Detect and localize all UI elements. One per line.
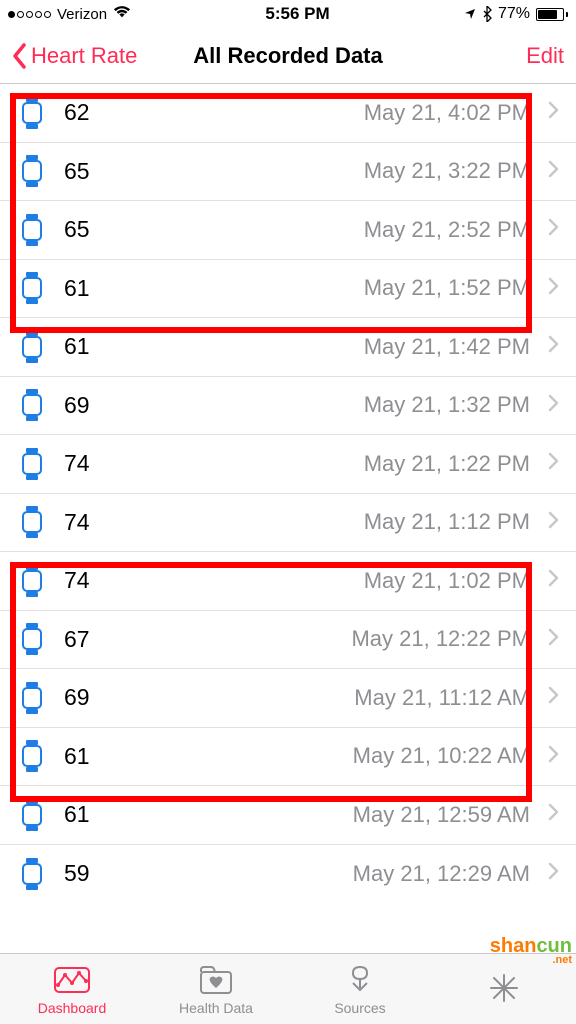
chevron-right-icon <box>548 394 560 417</box>
watch-icon <box>22 389 42 421</box>
watch-icon <box>22 272 42 304</box>
status-right: 77% <box>464 5 568 23</box>
medical-id-icon <box>487 971 521 1005</box>
chevron-right-icon <box>548 160 560 183</box>
health-data-icon <box>196 963 236 997</box>
record-timestamp: May 21, 1:12 PM <box>364 509 530 535</box>
edit-button[interactable]: Edit <box>526 43 564 69</box>
record-timestamp: May 21, 10:22 AM <box>353 743 530 769</box>
carrier-label: Verizon <box>57 6 107 23</box>
back-button[interactable]: Heart Rate <box>12 43 137 69</box>
chevron-right-icon <box>548 452 560 475</box>
heart-rate-value: 74 <box>64 509 364 536</box>
watch-icon <box>22 506 42 538</box>
tab-health-data[interactable]: Health Data <box>144 954 288 1024</box>
record-timestamp: May 21, 1:22 PM <box>364 451 530 477</box>
chevron-right-icon <box>548 335 560 358</box>
watermark: shancun .net <box>490 935 572 966</box>
record-timestamp: May 21, 12:22 PM <box>351 626 530 652</box>
battery-percent: 77% <box>498 5 530 23</box>
heart-rate-value: 61 <box>64 801 353 828</box>
signal-strength-icon <box>8 11 51 18</box>
heart-rate-value: 74 <box>64 450 364 477</box>
record-timestamp: May 21, 1:32 PM <box>364 392 530 418</box>
list-item[interactable]: 62May 21, 4:02 PM <box>0 84 576 143</box>
heart-rate-value: 61 <box>64 743 353 770</box>
wifi-icon <box>113 5 131 24</box>
battery-icon <box>536 8 568 21</box>
list-item[interactable]: 74May 21, 1:22 PM <box>0 435 576 494</box>
heart-rate-value: 69 <box>64 392 364 419</box>
status-left: Verizon <box>8 5 131 24</box>
location-icon <box>464 8 476 20</box>
record-timestamp: May 21, 4:02 PM <box>364 100 530 126</box>
list-item[interactable]: 61May 21, 10:22 AM <box>0 728 576 787</box>
chevron-right-icon <box>548 745 560 768</box>
data-list: 62May 21, 4:02 PM65May 21, 3:22 PM65May … <box>0 84 576 903</box>
watch-icon <box>22 858 42 890</box>
chevron-right-icon <box>548 569 560 592</box>
tab-label: Dashboard <box>38 1000 107 1016</box>
record-timestamp: May 21, 3:22 PM <box>364 158 530 184</box>
heart-rate-value: 67 <box>64 626 351 653</box>
list-item[interactable]: 61May 21, 1:52 PM <box>0 260 576 319</box>
status-time: 5:56 PM <box>265 4 329 24</box>
list-item[interactable]: 59May 21, 12:29 AM <box>0 845 576 904</box>
heart-rate-value: 65 <box>64 158 364 185</box>
record-timestamp: May 21, 12:29 AM <box>353 861 530 887</box>
nav-bar: Heart Rate All Recorded Data Edit <box>0 28 576 84</box>
list-item[interactable]: 65May 21, 2:52 PM <box>0 201 576 260</box>
back-label: Heart Rate <box>31 43 137 69</box>
watch-icon <box>22 448 42 480</box>
heart-rate-value: 59 <box>64 860 353 887</box>
watch-icon <box>22 97 42 129</box>
watch-icon <box>22 331 42 363</box>
chevron-right-icon <box>548 686 560 709</box>
tab-label: Health Data <box>179 1000 253 1016</box>
list-item[interactable]: 67May 21, 12:22 PM <box>0 611 576 670</box>
record-timestamp: May 21, 1:02 PM <box>364 568 530 594</box>
status-bar: Verizon 5:56 PM 77% <box>0 0 576 28</box>
chevron-right-icon <box>548 862 560 885</box>
chevron-right-icon <box>548 511 560 534</box>
list-item[interactable]: 69May 21, 1:32 PM <box>0 377 576 436</box>
record-timestamp: May 21, 11:12 AM <box>354 685 530 711</box>
watch-icon <box>22 682 42 714</box>
heart-rate-value: 65 <box>64 216 364 243</box>
record-timestamp: May 21, 1:42 PM <box>364 334 530 360</box>
record-timestamp: May 21, 12:59 AM <box>353 802 530 828</box>
dashboard-icon <box>52 963 92 997</box>
heart-rate-value: 69 <box>64 684 354 711</box>
list-item[interactable]: 61May 21, 12:59 AM <box>0 786 576 845</box>
tab-label: Sources <box>334 1000 385 1016</box>
chevron-right-icon <box>548 803 560 826</box>
bluetooth-icon <box>482 6 492 22</box>
watch-icon <box>22 214 42 246</box>
page-title: All Recorded Data <box>193 43 383 69</box>
list-item[interactable]: 74May 21, 1:02 PM <box>0 552 576 611</box>
tab-dashboard[interactable]: Dashboard <box>0 954 144 1024</box>
list-item[interactable]: 69May 21, 11:12 AM <box>0 669 576 728</box>
watch-icon <box>22 799 42 831</box>
record-timestamp: May 21, 2:52 PM <box>364 217 530 243</box>
chevron-right-icon <box>548 218 560 241</box>
heart-rate-value: 61 <box>64 275 364 302</box>
chevron-right-icon <box>548 277 560 300</box>
list-item[interactable]: 61May 21, 1:42 PM <box>0 318 576 377</box>
list-item[interactable]: 74May 21, 1:12 PM <box>0 494 576 553</box>
watch-icon <box>22 740 42 772</box>
watch-icon <box>22 155 42 187</box>
watch-icon <box>22 623 42 655</box>
list-item[interactable]: 65May 21, 3:22 PM <box>0 143 576 202</box>
heart-rate-value: 74 <box>64 567 364 594</box>
tab-sources[interactable]: Sources <box>288 954 432 1024</box>
heart-rate-value: 62 <box>64 99 364 126</box>
watch-icon <box>22 565 42 597</box>
chevron-left-icon <box>12 43 27 69</box>
record-timestamp: May 21, 1:52 PM <box>364 275 530 301</box>
chevron-right-icon <box>548 628 560 651</box>
heart-rate-value: 61 <box>64 333 364 360</box>
sources-icon <box>343 963 377 997</box>
chevron-right-icon <box>548 101 560 124</box>
